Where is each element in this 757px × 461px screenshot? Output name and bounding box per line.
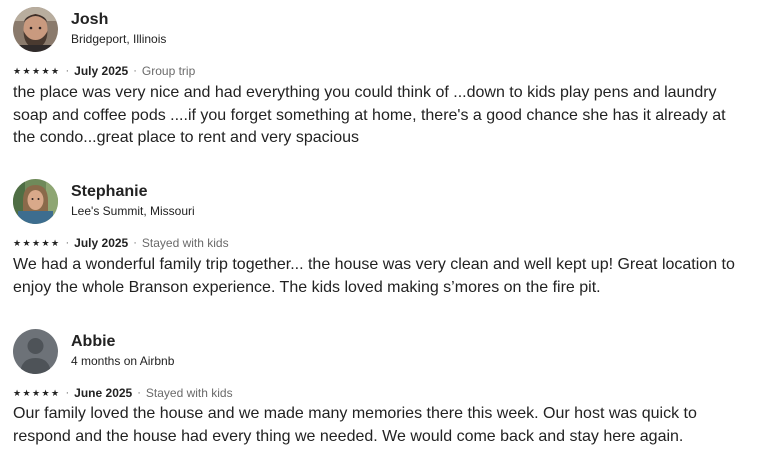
separator: · bbox=[65, 387, 70, 399]
review-date: June 2025 bbox=[74, 386, 133, 400]
separator: · bbox=[133, 237, 137, 249]
star-icon: ★ bbox=[22, 387, 31, 398]
star-icon: ★ bbox=[51, 387, 60, 398]
avatar[interactable] bbox=[13, 329, 58, 374]
review-text: Our family loved the house and we made m… bbox=[13, 405, 697, 445]
separator: · bbox=[65, 237, 70, 249]
separator: · bbox=[133, 65, 137, 77]
separator: · bbox=[137, 387, 141, 399]
reviewer-name: Josh bbox=[71, 11, 109, 28]
trip-type: Stayed with kids bbox=[141, 236, 229, 250]
avatar[interactable] bbox=[13, 7, 58, 52]
star-icon: ★ bbox=[13, 387, 22, 398]
star-icon: ★ bbox=[13, 237, 22, 248]
star-icon: ★ bbox=[51, 237, 60, 248]
star-rating: ★ ★ ★ ★ ★ bbox=[13, 65, 61, 76]
star-icon: ★ bbox=[41, 237, 50, 248]
star-icon: ★ bbox=[22, 237, 31, 248]
star-icon: ★ bbox=[32, 237, 41, 248]
star-rating: ★ ★ ★ ★ ★ bbox=[13, 237, 61, 248]
review-meta: ★ ★ ★ ★ ★ · July 2025 · Stayed with kids bbox=[13, 236, 229, 250]
star-rating: ★ ★ ★ ★ ★ bbox=[13, 387, 61, 398]
star-icon: ★ bbox=[22, 65, 31, 76]
reviewer-location: Lee's Summit, Missouri bbox=[71, 204, 195, 218]
star-icon: ★ bbox=[41, 387, 50, 398]
review-text: We had a wonderful family trip together.… bbox=[13, 256, 735, 296]
reviewer-tenure: 4 months on Airbnb bbox=[71, 354, 175, 368]
star-icon: ★ bbox=[13, 65, 22, 76]
reviewer-header: Stephanie Lee's Summit, Missouri bbox=[13, 179, 748, 225]
reviewer-header: Abbie 4 months on Airbnb bbox=[13, 329, 748, 375]
star-icon: ★ bbox=[32, 65, 41, 76]
reviewer-header: Josh Bridgeport, Illinois bbox=[13, 7, 748, 53]
reviewer-location: Bridgeport, Illinois bbox=[71, 32, 167, 46]
review-text: the place was very nice and had everythi… bbox=[13, 84, 726, 146]
reviewer-name: Abbie bbox=[71, 333, 116, 350]
review-date: July 2025 bbox=[74, 64, 129, 78]
trip-type: Group trip bbox=[141, 64, 196, 78]
reviewer-name: Stephanie bbox=[71, 183, 148, 200]
separator: · bbox=[65, 65, 70, 77]
avatar[interactable] bbox=[13, 179, 58, 224]
review-meta: ★ ★ ★ ★ ★ · July 2025 · Group trip bbox=[13, 64, 195, 78]
star-icon: ★ bbox=[51, 65, 60, 76]
review-card: Stephanie Lee's Summit, Missouri ★ ★ ★ ★ ★ ·… bbox=[13, 179, 748, 296]
review-meta: ★ ★ ★ ★ ★ · June 2025 · Stayed with kids bbox=[13, 386, 233, 400]
trip-type: Stayed with kids bbox=[145, 386, 233, 400]
star-icon: ★ bbox=[32, 387, 41, 398]
review-card: Abbie 4 months on Airbnb ★ ★ ★ ★ ★ · June 20… bbox=[13, 329, 748, 445]
review-card: Josh Bridgeport, Illinois ★ ★ ★ ★ ★ · July 2… bbox=[13, 7, 748, 146]
review-date: July 2025 bbox=[74, 236, 129, 250]
star-icon: ★ bbox=[41, 65, 50, 76]
